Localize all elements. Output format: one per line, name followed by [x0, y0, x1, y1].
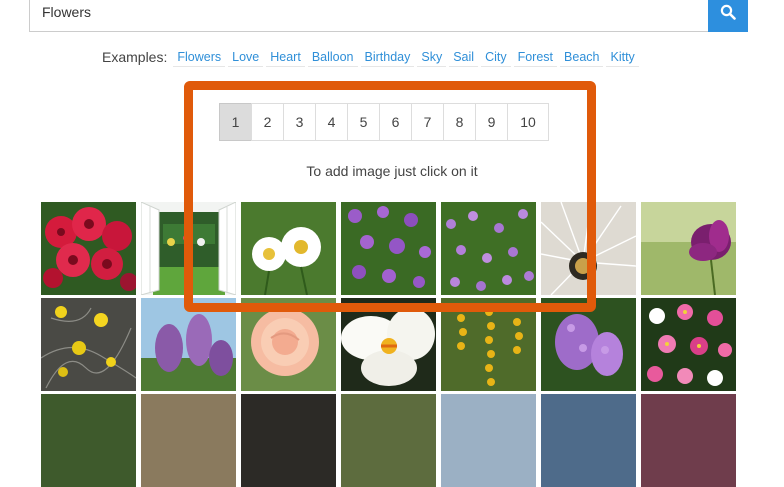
- page-button-7[interactable]: 7: [411, 103, 444, 141]
- example-link-sail[interactable]: Sail: [449, 48, 479, 67]
- flower-thumbnail[interactable]: [441, 394, 536, 487]
- example-link-beach[interactable]: Beach: [560, 48, 604, 67]
- page-button-2[interactable]: 2: [251, 103, 284, 141]
- flower-thumbnail[interactable]: [441, 298, 536, 391]
- flower-thumbnail[interactable]: [141, 394, 236, 487]
- page-button-10[interactable]: 10: [507, 103, 549, 141]
- pagination: 1 2 3 4 5 6 7 8 9 10: [219, 103, 549, 141]
- example-link-sky[interactable]: Sky: [417, 48, 447, 67]
- flower-thumbnail[interactable]: [341, 298, 436, 391]
- flower-thumbnail[interactable]: [541, 202, 636, 295]
- example-link-love[interactable]: Love: [228, 48, 264, 67]
- example-link-forest[interactable]: Forest: [513, 48, 558, 67]
- search-icon: [720, 4, 736, 20]
- flower-thumbnail[interactable]: [541, 394, 636, 487]
- search-input[interactable]: [30, 0, 708, 31]
- flower-thumbnail[interactable]: [641, 394, 736, 487]
- example-link-flowers[interactable]: Flowers: [173, 48, 226, 67]
- flower-thumbnail[interactable]: [641, 298, 736, 391]
- flower-thumbnail[interactable]: [41, 394, 136, 487]
- page-button-5[interactable]: 5: [347, 103, 380, 141]
- flower-thumbnail[interactable]: [141, 202, 236, 295]
- search-bar: [29, 0, 748, 32]
- flower-thumbnail[interactable]: [241, 298, 336, 391]
- search-button[interactable]: [708, 0, 748, 32]
- flower-thumbnail[interactable]: [341, 202, 436, 295]
- flower-thumbnail[interactable]: [241, 202, 336, 295]
- page-button-9[interactable]: 9: [475, 103, 508, 141]
- flower-thumbnail[interactable]: [341, 394, 436, 487]
- page-button-3[interactable]: 3: [283, 103, 316, 141]
- example-link-balloon[interactable]: Balloon: [307, 48, 358, 67]
- example-link-heart[interactable]: Heart: [266, 48, 305, 67]
- examples-bar: Examples: Flowers Love Heart Balloon Bir…: [102, 46, 642, 68]
- example-link-city[interactable]: City: [481, 48, 511, 67]
- add-image-hint: To add image just click on it: [306, 163, 478, 179]
- flower-thumbnail[interactable]: [241, 394, 336, 487]
- example-link-kitty[interactable]: Kitty: [606, 48, 639, 67]
- page-button-1[interactable]: 1: [219, 103, 252, 141]
- flower-thumbnail[interactable]: [541, 298, 636, 391]
- examples-label: Examples:: [102, 49, 168, 65]
- flower-thumbnail[interactable]: [441, 202, 536, 295]
- page-button-8[interactable]: 8: [443, 103, 476, 141]
- page-button-4[interactable]: 4: [315, 103, 348, 141]
- flower-thumbnail[interactable]: [641, 202, 736, 295]
- flower-thumbnail[interactable]: [141, 298, 236, 391]
- page-button-6[interactable]: 6: [379, 103, 412, 141]
- flower-thumbnail[interactable]: [41, 298, 136, 391]
- example-link-birthday[interactable]: Birthday: [360, 48, 415, 67]
- image-grid: [41, 202, 736, 487]
- flower-thumbnail[interactable]: [41, 202, 136, 295]
